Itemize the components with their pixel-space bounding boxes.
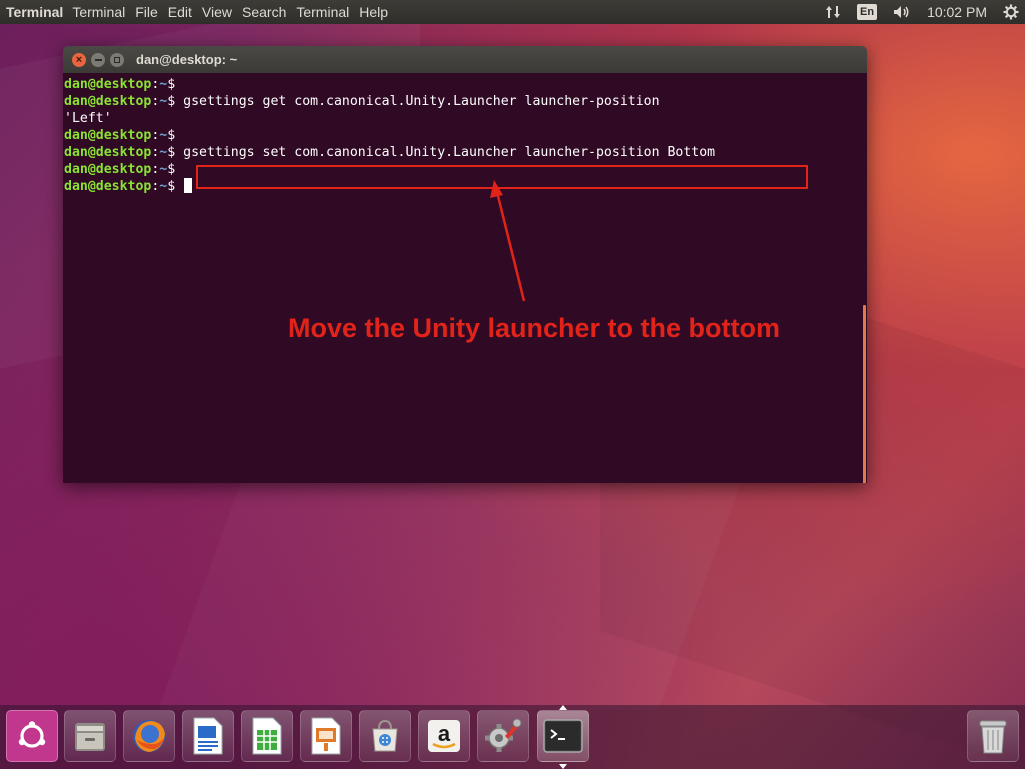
svg-text:a: a	[438, 721, 451, 746]
trash-icon	[979, 720, 1007, 754]
terminal-icon	[543, 719, 583, 753]
firefox-icon	[133, 720, 165, 752]
amazon-icon: a	[428, 720, 460, 752]
system-settings-icon	[485, 718, 522, 752]
libreoffice-writer-icon	[193, 717, 223, 755]
libreoffice-impress-icon	[311, 717, 341, 755]
unity-launcher: a	[0, 705, 1025, 769]
firefox-button[interactable]	[123, 710, 175, 762]
system-settings-button[interactable]	[477, 710, 529, 762]
trash-button[interactable]	[967, 710, 1019, 762]
software-center-icon	[372, 719, 398, 752]
annotation-arrow	[490, 180, 526, 302]
running-indicator-bottom	[559, 764, 567, 769]
libreoffice-impress-button[interactable]	[300, 710, 352, 762]
libreoffice-calc-button[interactable]	[241, 710, 293, 762]
libreoffice-writer-button[interactable]	[182, 710, 234, 762]
dash-home-button[interactable]	[6, 710, 58, 762]
terminal-launcher-button[interactable]	[537, 710, 589, 762]
amazon-button[interactable]: a	[418, 710, 470, 762]
files-icon	[75, 723, 105, 751]
dash-home-icon	[18, 721, 46, 748]
software-center-button[interactable]	[359, 710, 411, 762]
files-button[interactable]	[64, 710, 116, 762]
libreoffice-calc-icon	[252, 717, 282, 755]
annotation-text: Move the Unity launcher to the bottom	[288, 313, 781, 343]
